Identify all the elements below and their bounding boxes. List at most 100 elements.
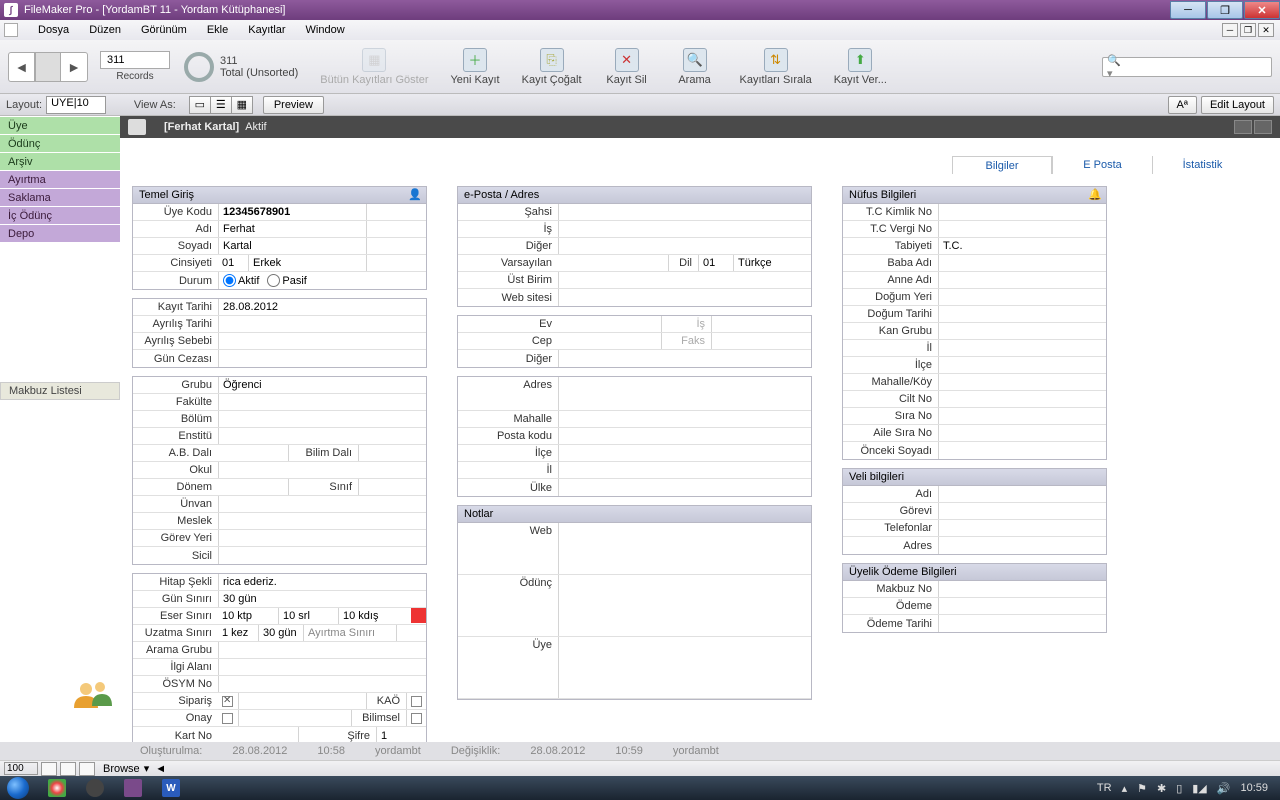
ayrilis-tarihi-field[interactable] (218, 316, 426, 332)
tel-ev[interactable] (558, 316, 661, 332)
tel-cep[interactable] (558, 333, 661, 349)
eser3[interactable]: 10 kdış (338, 608, 409, 624)
adres-ilce-field[interactable] (558, 445, 811, 461)
gorevyeri-field[interactable] (218, 530, 426, 546)
durum-aktif-radio[interactable] (223, 274, 236, 287)
start-button[interactable] (0, 776, 36, 800)
anne-field[interactable] (938, 272, 1106, 288)
taskbar-filemaker[interactable] (116, 777, 150, 799)
mdi-close[interactable]: ✕ (1258, 23, 1274, 37)
dogumtarihi-field[interactable] (938, 306, 1106, 322)
makbuz-field[interactable] (938, 581, 1106, 597)
minimize-button[interactable]: ─ (1170, 1, 1206, 19)
view-list-button[interactable]: ☰ (210, 96, 232, 114)
view-form-button[interactable]: ▭ (189, 96, 211, 114)
nav-depo[interactable]: Depo (0, 224, 120, 242)
adi-field[interactable]: Ferhat (218, 221, 366, 237)
nufus-mahalle-field[interactable] (938, 374, 1106, 390)
taskbar-chrome[interactable] (40, 777, 74, 799)
tabiyet-field[interactable]: T.C. (938, 238, 1106, 254)
delete-record-button[interactable]: ✕Kayıt Sil (604, 48, 650, 86)
hitap-field[interactable]: rica ederiz. (218, 574, 426, 590)
zoom-in-button[interactable] (60, 762, 76, 776)
nav-saklama[interactable]: Saklama (0, 188, 120, 206)
sinif-field[interactable] (358, 479, 426, 495)
taskbar-app2[interactable] (78, 777, 112, 799)
veli-adi-field[interactable] (938, 486, 1106, 502)
kartno-field[interactable] (218, 727, 298, 742)
dogumyeri-field[interactable] (938, 289, 1106, 305)
maximize-button[interactable]: ❐ (1207, 1, 1243, 19)
unvan-field[interactable] (218, 496, 426, 512)
eposta-is[interactable] (558, 221, 811, 237)
next-record-button[interactable]: ► (61, 53, 87, 81)
import-button[interactable]: ⬆Kayıt Ver... (834, 48, 887, 86)
eser2[interactable]: 10 srl (278, 608, 338, 624)
nufus-il-field[interactable] (938, 340, 1106, 356)
view-toggle-1[interactable] (1234, 120, 1252, 134)
tray-flag-icon[interactable]: ⚑ (1137, 782, 1147, 795)
postakodu-field[interactable] (558, 428, 811, 444)
soyadi-field[interactable]: Kartal (218, 238, 366, 254)
grubu-field[interactable]: Öğrenci (218, 377, 426, 393)
ayirtma-field[interactable] (396, 625, 426, 641)
not-uye[interactable] (558, 637, 811, 698)
enstitu-field[interactable] (218, 428, 426, 444)
ailesira-field[interactable] (938, 425, 1106, 441)
ayrilis-sebebi-field[interactable] (218, 333, 426, 349)
tcvergi-field[interactable] (938, 221, 1106, 237)
gun-cezasi-field[interactable] (218, 350, 426, 367)
mdi-restore[interactable]: ❐ (1240, 23, 1256, 37)
eser1[interactable]: 10 ktp (218, 608, 278, 624)
statusbar-toggle[interactable] (79, 762, 95, 776)
sifre-field[interactable]: 1 (376, 727, 426, 742)
bilimdali-field[interactable] (358, 445, 426, 461)
nav-ayirtma[interactable]: Ayırtma (0, 170, 120, 188)
preview-button[interactable]: Preview (263, 96, 324, 114)
ilgi-alani-field[interactable] (218, 659, 426, 675)
nav-arsiv[interactable]: Arşiv (0, 152, 120, 170)
tckimlik-field[interactable] (938, 204, 1106, 220)
not-odunc[interactable] (558, 575, 811, 636)
website-field[interactable] (558, 289, 811, 306)
dil-kod[interactable]: 01 (698, 255, 733, 271)
view-toggle-2[interactable] (1254, 120, 1272, 134)
cinsiyet-kod[interactable]: 01 (218, 255, 248, 271)
scroll-left[interactable]: ◄ (155, 763, 166, 775)
odeme-field[interactable] (938, 598, 1106, 614)
sicil-field[interactable] (218, 547, 426, 564)
home-icon[interactable] (128, 119, 146, 135)
eposta-diger[interactable] (558, 238, 811, 254)
uz2[interactable]: 30 gün (258, 625, 303, 641)
gun-siniri-field[interactable]: 30 gün (218, 591, 426, 607)
prev-record-button[interactable]: ◄ (9, 53, 35, 81)
veli-gorevi-field[interactable] (938, 503, 1106, 519)
tray-up-icon[interactable]: ▴ (1122, 782, 1128, 795)
not-web[interactable] (558, 523, 811, 574)
veli-tel-field[interactable] (938, 520, 1106, 536)
show-all-button[interactable]: ▦Bütün Kayıtları Göster (320, 48, 428, 86)
zoom-out-button[interactable] (41, 762, 57, 776)
taskbar-word[interactable]: W (154, 777, 188, 799)
nufus-ilce-field[interactable] (938, 357, 1106, 373)
adres-field[interactable] (558, 377, 811, 410)
tab-bilgiler[interactable]: Bilgiler (952, 156, 1052, 174)
menu-gorunum[interactable]: Görünüm (131, 22, 197, 38)
adres-il-field[interactable] (558, 462, 811, 478)
zoom-level[interactable]: 100 (4, 762, 38, 775)
bolum-field[interactable] (218, 411, 426, 427)
ciltno-field[interactable] (938, 391, 1106, 407)
layout-dropdown[interactable]: UYE|10 (46, 96, 106, 114)
okul-field[interactable] (218, 462, 426, 478)
find-button[interactable]: 🔍Arama (672, 48, 718, 86)
edit-layout-button[interactable]: Edit Layout (1201, 96, 1274, 114)
close-button[interactable]: ✕ (1244, 1, 1280, 19)
record-number-input[interactable] (100, 51, 170, 69)
quick-search[interactable]: 🔍▾ (1102, 57, 1272, 77)
search-input[interactable] (1129, 59, 1271, 75)
abdali-field[interactable] (218, 445, 288, 461)
new-record-button[interactable]: ＋Yeni Kayıt (450, 48, 499, 86)
siparis-checkbox[interactable] (222, 696, 233, 707)
tray-volume-icon[interactable]: 🔊 (1217, 782, 1231, 795)
odeme-tarih-field[interactable] (938, 615, 1106, 632)
